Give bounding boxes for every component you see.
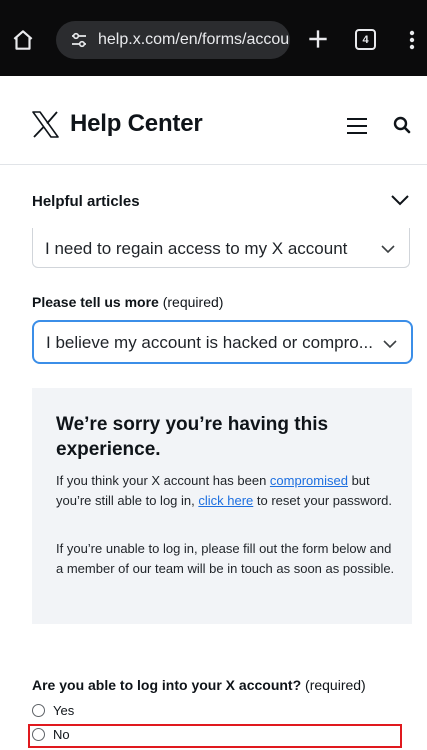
more-options-icon[interactable] xyxy=(405,29,419,51)
search-icon[interactable] xyxy=(392,115,412,135)
login-question-label: Are you able to log into your X account?… xyxy=(32,677,366,693)
issue-type-select[interactable]: I need to regain access to my X account xyxy=(32,228,410,268)
tell-more-value: I believe my account is hacked or compro… xyxy=(46,333,373,352)
tell-more-text: Please tell us more xyxy=(32,294,159,310)
helpful-articles-label: Helpful articles xyxy=(32,193,140,210)
site-header: Help Center xyxy=(0,76,427,165)
click-here-link[interactable]: click here xyxy=(198,493,253,508)
info-card-paragraph-2: If you’re unable to log in, please fill … xyxy=(56,541,395,576)
radio-button-yes[interactable] xyxy=(32,704,45,717)
login-question-text: Are you able to log into your X account? xyxy=(32,677,302,693)
url-text[interactable]: help.x.com/en/forms/accou xyxy=(98,31,289,49)
browser-toolbar: help.x.com/en/forms/accou 4 xyxy=(0,0,427,76)
new-tab-icon[interactable] xyxy=(305,26,331,52)
tab-switcher-button[interactable]: 4 xyxy=(355,29,376,50)
issue-type-value: I need to regain access to my X account xyxy=(45,239,348,258)
helpful-articles-toggle[interactable]: Helpful articles xyxy=(0,165,427,235)
required-text: (required) xyxy=(305,677,366,693)
tell-more-select[interactable]: I believe my account is hacked or compro… xyxy=(32,320,413,364)
p1-text-c: to reset your password. xyxy=(253,493,393,508)
compromised-link[interactable]: compromised xyxy=(270,473,348,488)
required-text: (required) xyxy=(162,294,224,310)
chevron-down-icon xyxy=(381,245,395,254)
radio-option-yes[interactable]: Yes xyxy=(32,703,74,718)
tell-more-label: Please tell us more (required) xyxy=(32,294,223,310)
site-info-icon[interactable] xyxy=(70,31,88,49)
p1-text-a: If you think your X account has been xyxy=(56,473,270,488)
hamburger-menu-icon[interactable] xyxy=(346,116,368,136)
info-card: We’re sorry you’re having this experienc… xyxy=(32,388,412,624)
radio-label-yes: Yes xyxy=(53,703,75,718)
chevron-down-icon xyxy=(391,195,409,206)
page-title: Help Center xyxy=(70,110,203,137)
highlight-box xyxy=(28,724,402,748)
home-icon[interactable] xyxy=(10,27,36,53)
info-card-paragraph-1: If you think your X account has been com… xyxy=(56,471,396,511)
chevron-down-icon xyxy=(383,340,397,349)
x-logo-icon[interactable] xyxy=(32,111,59,138)
tab-count: 4 xyxy=(362,33,369,46)
address-bar[interactable]: help.x.com/en/forms/accou xyxy=(56,21,290,59)
info-card-heading: We’re sorry you’re having this experienc… xyxy=(56,414,329,460)
